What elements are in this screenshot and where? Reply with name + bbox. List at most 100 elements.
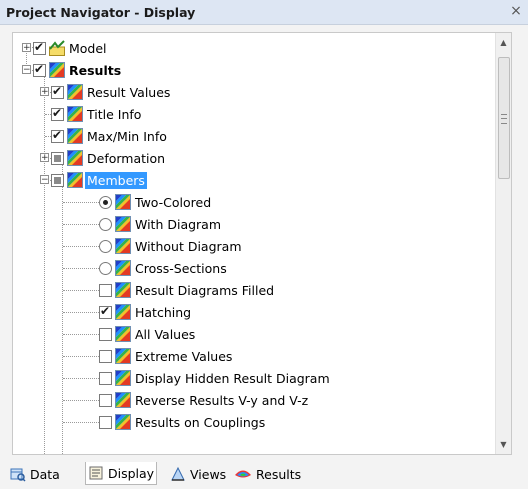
checkbox[interactable]: [51, 106, 64, 121]
tree-item-label: Hatching: [135, 304, 192, 320]
radio-button[interactable]: [99, 195, 112, 209]
results-icon: [115, 260, 131, 276]
results-icon: [115, 370, 131, 386]
results-icon: [115, 304, 131, 320]
data-icon: [10, 468, 26, 482]
tree-connector: [63, 312, 99, 313]
scroll-down-arrow[interactable]: ▼: [496, 437, 511, 452]
tree-item-cross-sections[interactable]: Cross-Sections: [99, 257, 227, 279]
tree-item-result-diagrams-filled[interactable]: Result Diagrams Filled: [99, 279, 274, 301]
checkbox[interactable]: [51, 84, 64, 99]
tab-results-label: Results: [256, 466, 302, 482]
tree-item-label: Extreme Values: [135, 348, 233, 364]
checkbox[interactable]: [99, 349, 112, 363]
results-icon: [115, 392, 131, 408]
tree-item-title-info[interactable]: Title Info: [51, 103, 141, 125]
checkbox[interactable]: [99, 393, 112, 407]
tree-item-result-values[interactable]: Result Values: [51, 81, 170, 103]
tree-item-extreme-values[interactable]: Extreme Values: [99, 345, 232, 367]
checkbox[interactable]: [51, 151, 64, 165]
tab-views-label: Views: [190, 466, 227, 482]
tree-connector: [63, 246, 99, 247]
navigator-tree: + − + + − Model Results Result Values Title…: [12, 32, 512, 455]
expand-model-toggle[interactable]: +: [22, 43, 31, 53]
checkbox[interactable]: [99, 304, 112, 319]
tree-item-with-diagram[interactable]: With Diagram: [99, 213, 221, 235]
tree-item-results[interactable]: Results: [33, 59, 121, 81]
tree-item-label: Cross-Sections: [135, 260, 227, 276]
tree-connector: [63, 202, 99, 203]
results-icon: [115, 194, 131, 210]
results-icon: [115, 326, 131, 342]
tree-item-deformation[interactable]: Deformation: [51, 147, 165, 169]
checkbox[interactable]: [99, 415, 112, 429]
tree-item-reverse-results-v-y-and-v-z[interactable]: Reverse Results V-y and V-z: [99, 389, 308, 411]
scroll-thumb[interactable]: [498, 57, 510, 179]
checkbox[interactable]: [33, 40, 46, 55]
project-navigator-panel: Project Navigator - Display × + − + + − …: [0, 0, 528, 489]
collapse-members-toggle[interactable]: −: [40, 175, 49, 185]
tab-data-label: Data: [30, 466, 60, 482]
results-tab-icon: [235, 470, 251, 478]
checkbox[interactable]: [99, 283, 112, 297]
tree-item-label: Deformation: [87, 150, 166, 166]
tree-item-label: Model: [69, 40, 107, 56]
checkbox[interactable]: [33, 62, 46, 77]
tree-scrollbar[interactable]: ▲ ▼: [495, 33, 511, 454]
tree-item-members[interactable]: Members: [51, 169, 147, 191]
expand-result-values-toggle[interactable]: +: [40, 87, 49, 97]
results-icon: [67, 150, 83, 166]
tree-connector: [63, 422, 99, 423]
tree-item-max-min-info[interactable]: Max/Min Info: [51, 125, 167, 147]
tree-item-label: Results on Couplings: [135, 414, 266, 430]
results-icon: [115, 238, 131, 254]
display-icon: [89, 466, 103, 480]
tree-connector: [44, 70, 45, 454]
tree-item-label: All Values: [135, 326, 196, 342]
tree-item-label: Two-Colored: [135, 194, 212, 210]
results-icon: [67, 172, 83, 188]
tree-item-model[interactable]: Model: [33, 37, 107, 59]
tree-item-label: Result Values: [87, 84, 171, 100]
radio-button[interactable]: [99, 217, 112, 231]
results-icon: [67, 128, 83, 144]
results-icon: [67, 106, 83, 122]
results-icon: [115, 348, 131, 364]
title-bar: Project Navigator - Display ×: [0, 0, 528, 25]
tree-connector: [63, 356, 99, 357]
tab-data[interactable]: Data: [10, 464, 60, 484]
navigator-tabs: Data Display Views Results: [0, 458, 528, 489]
tree-connector: [63, 268, 99, 269]
tree-connector: [63, 400, 99, 401]
expand-deformation-toggle[interactable]: +: [40, 153, 49, 163]
tree-connector: [63, 334, 99, 335]
tree-item-label: Without Diagram: [135, 238, 242, 254]
tab-results[interactable]: Results: [234, 464, 301, 484]
tree-item-all-values[interactable]: All Values: [99, 323, 195, 345]
checkbox[interactable]: [99, 371, 112, 385]
checkbox[interactable]: [51, 128, 64, 143]
tab-display[interactable]: Display: [85, 462, 158, 485]
tree-item-display-hidden-result-diagram[interactable]: Display Hidden Result Diagram: [99, 367, 330, 389]
tree-connector: [63, 378, 99, 379]
checkbox[interactable]: [51, 173, 64, 187]
checkbox[interactable]: [99, 327, 112, 341]
radio-button[interactable]: [99, 239, 112, 253]
scroll-up-arrow[interactable]: ▲: [496, 35, 511, 50]
tree-connector: [63, 290, 99, 291]
tab-display-label: Display: [108, 465, 155, 481]
tree-item-label: Display Hidden Result Diagram: [135, 370, 330, 386]
tab-views[interactable]: Views: [170, 464, 226, 484]
tree-item-without-diagram[interactable]: Without Diagram: [99, 235, 242, 257]
tree-item-label: Reverse Results V-y and V-z: [135, 392, 309, 408]
tree-item-two-colored[interactable]: Two-Colored: [99, 191, 211, 213]
model-icon: [49, 40, 65, 56]
tree-item-results-on-couplings[interactable]: Results on Couplings: [99, 411, 265, 433]
tree-item-hatching[interactable]: Hatching: [99, 301, 191, 323]
radio-button[interactable]: [99, 261, 112, 275]
views-icon: [171, 466, 185, 481]
results-icon: [115, 216, 131, 232]
collapse-results-toggle[interactable]: −: [22, 65, 31, 75]
results-icon: [67, 84, 83, 100]
close-button[interactable]: ×: [508, 3, 524, 19]
